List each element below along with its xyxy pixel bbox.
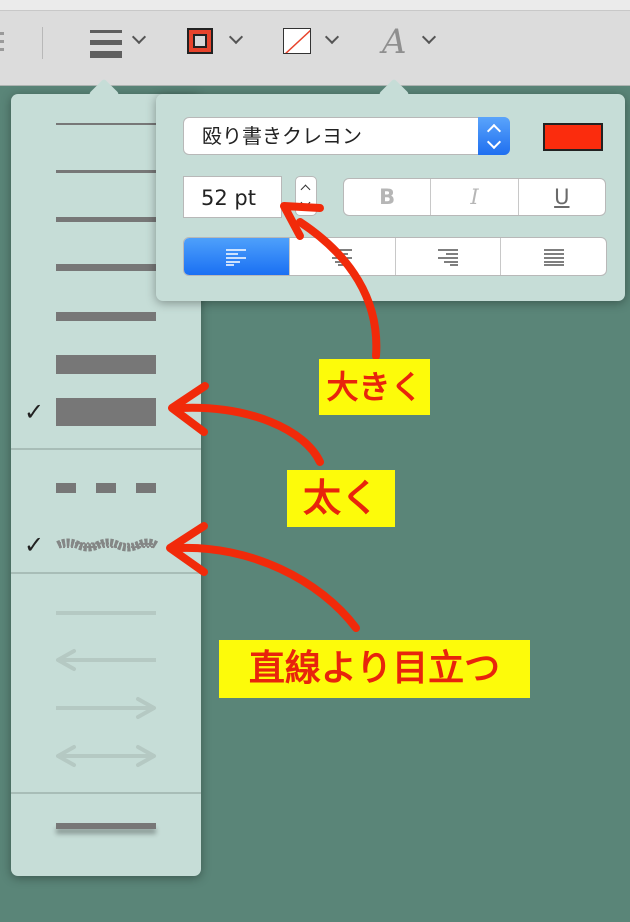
stroke-color-icon [187, 28, 213, 54]
double-arrow-icon [56, 745, 156, 767]
text-format-button[interactable]: A [382, 22, 442, 64]
align-justify-button[interactable] [500, 238, 606, 275]
align-center-button[interactable] [288, 238, 395, 275]
align-right-button[interactable] [394, 238, 501, 275]
bold-button[interactable]: B [344, 179, 430, 215]
text-color-well[interactable] [543, 123, 603, 151]
arrow-option-double[interactable] [11, 744, 201, 768]
stroke-color-button[interactable] [187, 24, 247, 64]
left-arrow-icon [56, 649, 156, 671]
style-option-dashed[interactable] [11, 476, 201, 500]
arrow-option-none[interactable] [11, 602, 201, 622]
checkmark-icon: ✓ [24, 531, 45, 559]
annotation-bigger: 大きく [319, 359, 430, 415]
arrow-option-right[interactable] [11, 696, 201, 720]
chevron-down-icon [421, 29, 437, 45]
crayon-line-sample [56, 538, 158, 552]
font-family-value: 殴り書きクレヨン [202, 124, 362, 148]
text-format-icon: A [382, 22, 407, 62]
align-center-icon [332, 248, 353, 266]
chevron-down-icon [131, 29, 147, 45]
italic-button[interactable]: I [430, 179, 517, 215]
align-justify-icon [543, 248, 564, 266]
annotation-thicker: 太く [287, 470, 395, 527]
line-style-button[interactable] [90, 24, 152, 64]
style-option-crayon[interactable]: ✓ [11, 530, 201, 560]
thickness-option-7[interactable]: ✓ [11, 394, 201, 430]
toolbar-partial-icon [0, 32, 6, 54]
text-format-popover: 殴り書きクレヨン 52 pt B I U [156, 78, 625, 301]
alignment-segmented-control [183, 237, 607, 276]
font-size-field[interactable]: 52 pt [183, 176, 282, 218]
align-left-icon [226, 248, 247, 266]
thickness-option-5[interactable] [11, 304, 201, 328]
align-left-button[interactable] [184, 238, 289, 275]
divider [11, 792, 201, 794]
checkmark-icon: ✓ [24, 398, 45, 426]
chevron-down-icon [228, 29, 244, 45]
select-arrows-icon [478, 117, 510, 155]
font-size-value: 52 pt [201, 186, 256, 210]
annotation-stands-out: 直線より目立つ [219, 640, 530, 698]
align-right-icon [437, 248, 458, 266]
toolbar-separator [42, 27, 43, 59]
thickness-option-6[interactable] [11, 350, 201, 380]
underline-button[interactable]: U [517, 179, 605, 215]
shadow-line-option[interactable] [11, 816, 201, 846]
stepper-up-icon [300, 184, 311, 195]
chevron-down-icon [324, 29, 340, 45]
stepper-down-icon [300, 197, 311, 208]
fill-color-icon [283, 28, 311, 54]
font-family-select[interactable]: 殴り書きクレヨン [183, 117, 510, 155]
font-size-stepper[interactable] [295, 176, 317, 216]
divider [11, 448, 201, 450]
arrow-option-left[interactable] [11, 648, 201, 672]
divider [11, 572, 201, 574]
toolbar: A [0, 0, 630, 86]
text-style-segmented-control: B I U [343, 178, 606, 216]
fill-color-button[interactable] [283, 24, 343, 64]
right-arrow-icon [56, 697, 156, 719]
